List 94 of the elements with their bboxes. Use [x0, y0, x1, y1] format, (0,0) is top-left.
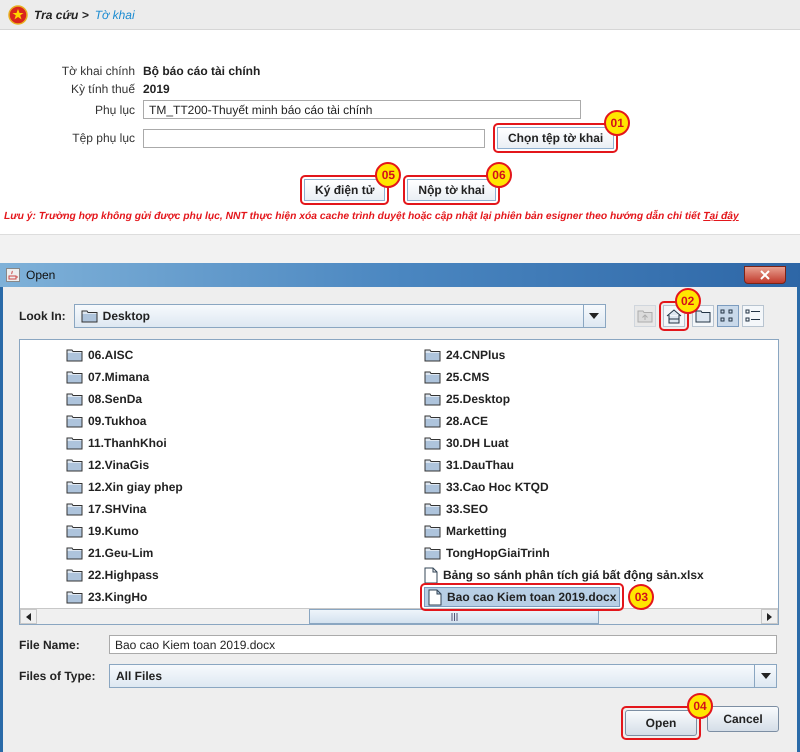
- folder-item[interactable]: 08.SenDa: [62, 389, 146, 409]
- field-label: Tờ khai chính: [60, 64, 135, 78]
- folder-icon: [66, 458, 83, 472]
- toolbar-button[interactable]: [716, 305, 739, 327]
- folder-icon: [66, 590, 83, 604]
- folder-item[interactable]: 33.SEO: [420, 499, 492, 519]
- look-in-dropdown[interactable]: Desktop: [74, 304, 606, 328]
- folder-item[interactable]: 21.Geu-Lim: [62, 543, 158, 563]
- breadcrumb-text: Tra cứu >: [34, 8, 89, 22]
- folder-item[interactable]: 31.DauThau: [420, 455, 518, 475]
- close-button[interactable]: [744, 266, 786, 284]
- folder-icon: [424, 436, 441, 450]
- folder-item[interactable]: 19.Kumo: [62, 521, 143, 541]
- file-icon: [424, 566, 438, 584]
- file-type-dropdown[interactable]: All Files: [109, 664, 777, 688]
- dialog-title: Open: [26, 268, 56, 282]
- folder-item[interactable]: 17.SHVina: [62, 499, 150, 519]
- folder-icon: [424, 370, 441, 384]
- folder-item[interactable]: 24.CNPlus: [420, 345, 510, 365]
- folder-item[interactable]: 25.CMS: [420, 367, 494, 387]
- file-icon: [428, 588, 442, 606]
- close-icon: [760, 270, 770, 280]
- field-label: Tệp phụ lục: [71, 131, 135, 145]
- details-view-icon: [744, 309, 761, 323]
- folder-icon: [66, 502, 83, 516]
- folder-icon: [424, 392, 441, 406]
- step-badge: 01: [604, 110, 630, 136]
- file-item[interactable]: Bảng so sánh phân tích giá bất động sản.xlsx: [420, 565, 708, 585]
- folder-item[interactable]: 30.DH Luat: [420, 433, 513, 453]
- appendix-field[interactable]: TM_TT200-Thuyết minh báo cáo tài chính: [143, 100, 581, 119]
- folder-icon: [424, 414, 441, 428]
- folder-icon: [66, 414, 83, 428]
- field-label: Phụ lục: [94, 102, 135, 116]
- home-icon: [666, 308, 682, 324]
- right-arrow-icon: [767, 612, 772, 620]
- folder-icon: [66, 524, 83, 538]
- folder-item[interactable]: TongHopGiaiTrinh: [420, 543, 554, 563]
- choose-file-button[interactable]: Chọn tệp tờ khai: [497, 127, 614, 149]
- folder-item[interactable]: 12.VinaGis: [62, 455, 154, 475]
- file-name-field[interactable]: Bao cao Kiem toan 2019.docx: [109, 635, 777, 654]
- folder-item[interactable]: 28.ACE: [420, 411, 492, 431]
- folder-icon: [424, 480, 441, 494]
- up-folder-icon: [636, 309, 653, 323]
- note-text: Lưu ý: Trường hợp không gửi được phụ lục, NNT thực hiện xóa cache trình duyệt hoặc cập nhật lại phiên bản esigner theo hướng dẫn chi tiết Tại đây: [4, 211, 740, 222]
- folder-item[interactable]: 09.Tukhoa: [62, 411, 150, 431]
- folder-icon: [66, 436, 83, 450]
- folder-icon: [424, 458, 441, 472]
- folder-icon: [80, 309, 98, 323]
- dialog-button[interactable]: Cancel: [707, 706, 779, 732]
- toolbar-button[interactable]: [692, 305, 714, 327]
- step-badge: 05: [375, 162, 402, 188]
- folder-icon: [66, 348, 83, 362]
- folder-item[interactable]: 25.Desktop: [420, 389, 514, 409]
- folder-icon: [66, 568, 83, 582]
- folder-icon: [424, 348, 441, 362]
- look-in-label: Look In:: [19, 309, 66, 323]
- action-button[interactable]: Ký điện tử: [304, 179, 386, 201]
- folder-item[interactable]: 22.Highpass: [62, 565, 163, 585]
- folder-icon: [66, 546, 83, 560]
- dialog-button[interactable]: Open: [625, 710, 697, 736]
- folder-icon: [424, 502, 441, 516]
- folder-icon: [424, 524, 441, 538]
- help-link[interactable]: Tại đây: [703, 211, 739, 222]
- folder-item[interactable]: 07.Mimana: [62, 367, 154, 387]
- horizontal-scrollbar[interactable]: [20, 608, 778, 624]
- folder-icon: [66, 480, 83, 494]
- folder-icon: [66, 392, 83, 406]
- file-name-label: File Name:: [19, 638, 81, 652]
- left-arrow-icon: [26, 612, 31, 620]
- step-badge: 03: [628, 584, 654, 610]
- dropdown-arrow-icon: [760, 673, 770, 679]
- folder-item[interactable]: 23.KingHo: [62, 587, 152, 607]
- folder-item[interactable]: 06.AISC: [62, 345, 138, 365]
- grip-icon: [450, 612, 458, 620]
- field-value: 2019: [143, 82, 170, 96]
- step-badge: 02: [674, 288, 701, 314]
- field-label: Kỳ tính thuế: [70, 82, 135, 96]
- folder-icon: [66, 370, 83, 384]
- folder-icon: [694, 309, 711, 323]
- folder-icon: [424, 546, 441, 560]
- folder-item[interactable]: Marketting: [420, 521, 511, 541]
- folder-item[interactable]: 33.Cao Hoc KTQD: [420, 477, 553, 497]
- toolbar-button[interactable]: [742, 305, 764, 327]
- dropdown-arrow-icon: [589, 313, 600, 319]
- folder-item[interactable]: 12.Xin giay phep: [62, 477, 187, 497]
- step-badge: 04: [687, 693, 713, 719]
- action-button[interactable]: Nộp tờ khai: [407, 179, 496, 201]
- file-field[interactable]: [143, 128, 485, 148]
- step-badge: 06: [486, 162, 512, 188]
- file-type-label: Files of Type:: [19, 669, 96, 683]
- folder-item[interactable]: 11.ThanhKhoi: [62, 433, 171, 453]
- emblem-icon: [8, 4, 28, 24]
- file-item[interactable]: Bao cao Kiem toan 2019.docx: [424, 587, 620, 607]
- field-value: Bộ báo cáo tài chính: [143, 64, 260, 78]
